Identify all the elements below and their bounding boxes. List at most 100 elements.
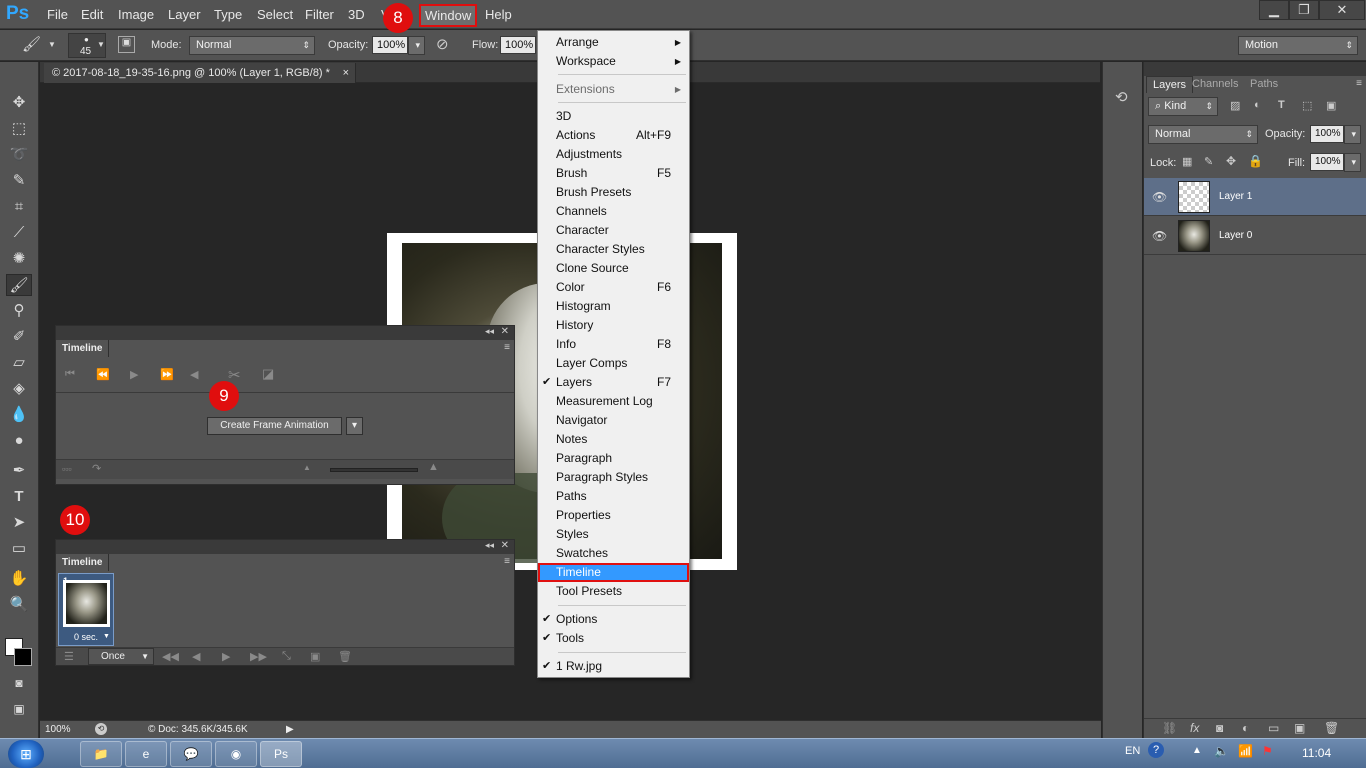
collapse-icon[interactable]: ◂◂ [485, 326, 494, 337]
menu-item-clone-source[interactable]: Clone Source [538, 259, 689, 278]
lock-image-icon[interactable]: ✎ [1204, 155, 1213, 168]
brush-tool-icon[interactable]: 🖌 [6, 274, 32, 296]
history-brush-tool-icon[interactable]: ✐ [6, 326, 32, 348]
internet-explorer-icon[interactable]: e [125, 741, 167, 767]
layer-row-layer-1[interactable]: 👁 Layer 1 [1144, 178, 1366, 216]
menu-item-paths[interactable]: Paths [538, 487, 689, 506]
filter-smart-object-icon[interactable]: ▣ [1326, 99, 1336, 112]
close-panel-icon[interactable]: ✕ [501, 540, 509, 551]
photoshop-taskbar-icon[interactable]: Ps [260, 741, 302, 767]
pressure-opacity-icon[interactable]: ⊘ [436, 35, 449, 53]
action-center-icon[interactable]: ⚑ [1262, 744, 1273, 758]
menu-item-workspace[interactable]: Workspace ▶ [538, 52, 689, 71]
audio-icon[interactable]: ◀ [190, 368, 198, 381]
filter-type-icon[interactable]: T [1278, 99, 1285, 111]
menu-item-properties[interactable]: Properties [538, 506, 689, 525]
first-frame-icon[interactable]: ◀◀ [162, 650, 179, 663]
menu-item-channels[interactable]: Channels [538, 202, 689, 221]
layer-name[interactable]: Layer 1 [1219, 191, 1252, 202]
dodge-tool-icon[interactable]: ● [6, 430, 32, 452]
menu-item-character[interactable]: Character [538, 221, 689, 240]
menu-item-styles[interactable]: Styles [538, 525, 689, 544]
timeline-tab[interactable]: Timeline [56, 340, 110, 357]
path-select-tool-icon[interactable]: ➤ [6, 512, 32, 534]
history-panel-icon[interactable]: ⟲ [1115, 88, 1128, 106]
panel-menu-icon[interactable]: ≡ [504, 342, 510, 353]
clock[interactable]: 11:04 [1302, 746, 1331, 760]
show-hidden-icons-icon[interactable]: ▲ [1192, 745, 1202, 756]
opacity-field[interactable]: 100% [372, 36, 408, 54]
menu-item-navigator[interactable]: Navigator [538, 411, 689, 430]
brush-tool-icon[interactable]: 🖌 [22, 35, 41, 53]
menu-layer[interactable]: Layer [168, 7, 201, 22]
filter-shape-icon[interactable]: ⬚ [1302, 99, 1312, 112]
lasso-tool-icon[interactable]: ➰ [6, 144, 32, 166]
visibility-eye-icon[interactable]: 👁 [1152, 190, 1167, 204]
delete-frame-icon[interactable]: 🗑 [338, 650, 352, 663]
timeline-mode-dropdown[interactable]: ▾ [346, 417, 363, 435]
background-color-swatch[interactable] [14, 648, 32, 666]
line-app-icon[interactable]: 💬 [170, 741, 212, 767]
visibility-eye-icon[interactable]: 👁 [1152, 229, 1167, 243]
paint-bucket-tool-icon[interactable]: ◈ [6, 378, 32, 400]
panel-header[interactable]: ◂◂ ✕ [56, 540, 514, 554]
menu-item-histogram[interactable]: Histogram [538, 297, 689, 316]
menu-item-character-styles[interactable]: Character Styles [538, 240, 689, 259]
zoom-out-icon[interactable]: ▲ [303, 463, 311, 472]
menu-3d[interactable]: 3D [348, 7, 365, 22]
rectangle-tool-icon[interactable]: ▭ [6, 538, 32, 560]
eyedropper-tool-icon[interactable]: ⟋ [6, 222, 32, 244]
zoom-slider[interactable] [330, 468, 418, 472]
next-frame-icon[interactable]: ▶▶ [250, 650, 267, 663]
menu-item-timeline[interactable]: Timeline [538, 563, 689, 582]
healing-brush-tool-icon[interactable]: ✺ [6, 248, 32, 270]
help-icon[interactable]: ? [1148, 742, 1164, 758]
document-tab[interactable]: © 2017-08-18_19-35-16.png @ 100% (Layer … [44, 63, 356, 83]
menu-item-arrange[interactable]: Arrange ▶ [538, 33, 689, 52]
status-menu-arrow-icon[interactable]: ▶ [286, 724, 294, 735]
zoom-level[interactable]: 100% [45, 724, 71, 735]
menu-item-options[interactable]: ✔ Options [538, 610, 689, 629]
animation-frame[interactable]: 1 0 sec. ▼ [58, 573, 114, 646]
lock-all-icon[interactable]: 🔒 [1248, 154, 1263, 168]
prev-frame-icon[interactable]: ◀ [192, 650, 200, 663]
stamp-tool-icon[interactable]: ⚲ [6, 300, 32, 322]
menu-select[interactable]: Select [257, 7, 293, 22]
menu-image[interactable]: Image [118, 7, 154, 22]
menu-item-history[interactable]: History [538, 316, 689, 335]
filter-pixel-icon[interactable]: ▨ [1230, 99, 1240, 112]
close-tab-icon[interactable]: × [343, 63, 349, 83]
play-icon[interactable]: ▶ [130, 368, 138, 381]
layer-mask-icon[interactable]: ◙ [1216, 721, 1223, 735]
layer-row-layer-0[interactable]: 👁 Layer 0 [1144, 217, 1366, 255]
menu-type[interactable]: Type [214, 7, 242, 22]
filter-kind-dropdown[interactable]: ⌕ Kind ⇕ [1148, 97, 1218, 116]
lock-position-icon[interactable]: ✥ [1226, 154, 1236, 168]
tool-preset-arrow-icon[interactable]: ▼ [48, 40, 56, 49]
mode-dropdown[interactable]: Normal ⇕ [189, 36, 315, 55]
screen-mode-icon[interactable]: ▣ [6, 698, 32, 720]
menu-help[interactable]: Help [485, 7, 512, 22]
tween-icon[interactable]: ⤡ [282, 650, 291, 663]
pen-tool-icon[interactable]: ✒ [6, 460, 32, 482]
fx-icon[interactable]: fx [1190, 721, 1199, 735]
fill-toggle[interactable]: ▾ [1344, 153, 1361, 172]
filter-adjustment-icon[interactable]: ◐ [1254, 99, 1261, 111]
flow-field[interactable]: 100% [500, 36, 536, 54]
zoom-tool-icon[interactable]: 🔍 [6, 594, 32, 616]
minimize-button[interactable]: ▁ [1259, 0, 1289, 20]
type-tool-icon[interactable]: T [6, 486, 32, 508]
first-frame-icon[interactable]: ⏮ [65, 368, 75, 381]
menu-edit[interactable]: Edit [81, 7, 103, 22]
menu-file[interactable]: File [47, 7, 68, 22]
network-icon[interactable]: 📶 [1238, 744, 1253, 758]
restore-button[interactable]: ❐ [1289, 0, 1319, 20]
menu-item-measurement-log[interactable]: Measurement Log [538, 392, 689, 411]
menu-item-actions[interactable]: Actions Alt+F9 [538, 126, 689, 145]
crop-tool-icon[interactable]: ⌗ [6, 196, 32, 218]
hand-tool-icon[interactable]: ✋ [6, 568, 32, 590]
menu-item-layer-comps[interactable]: Layer Comps [538, 354, 689, 373]
collapse-icon[interactable]: ◂◂ [485, 540, 494, 551]
tab-channels[interactable]: Channels [1186, 76, 1244, 93]
blur-tool-icon[interactable]: 💧 [6, 404, 32, 426]
